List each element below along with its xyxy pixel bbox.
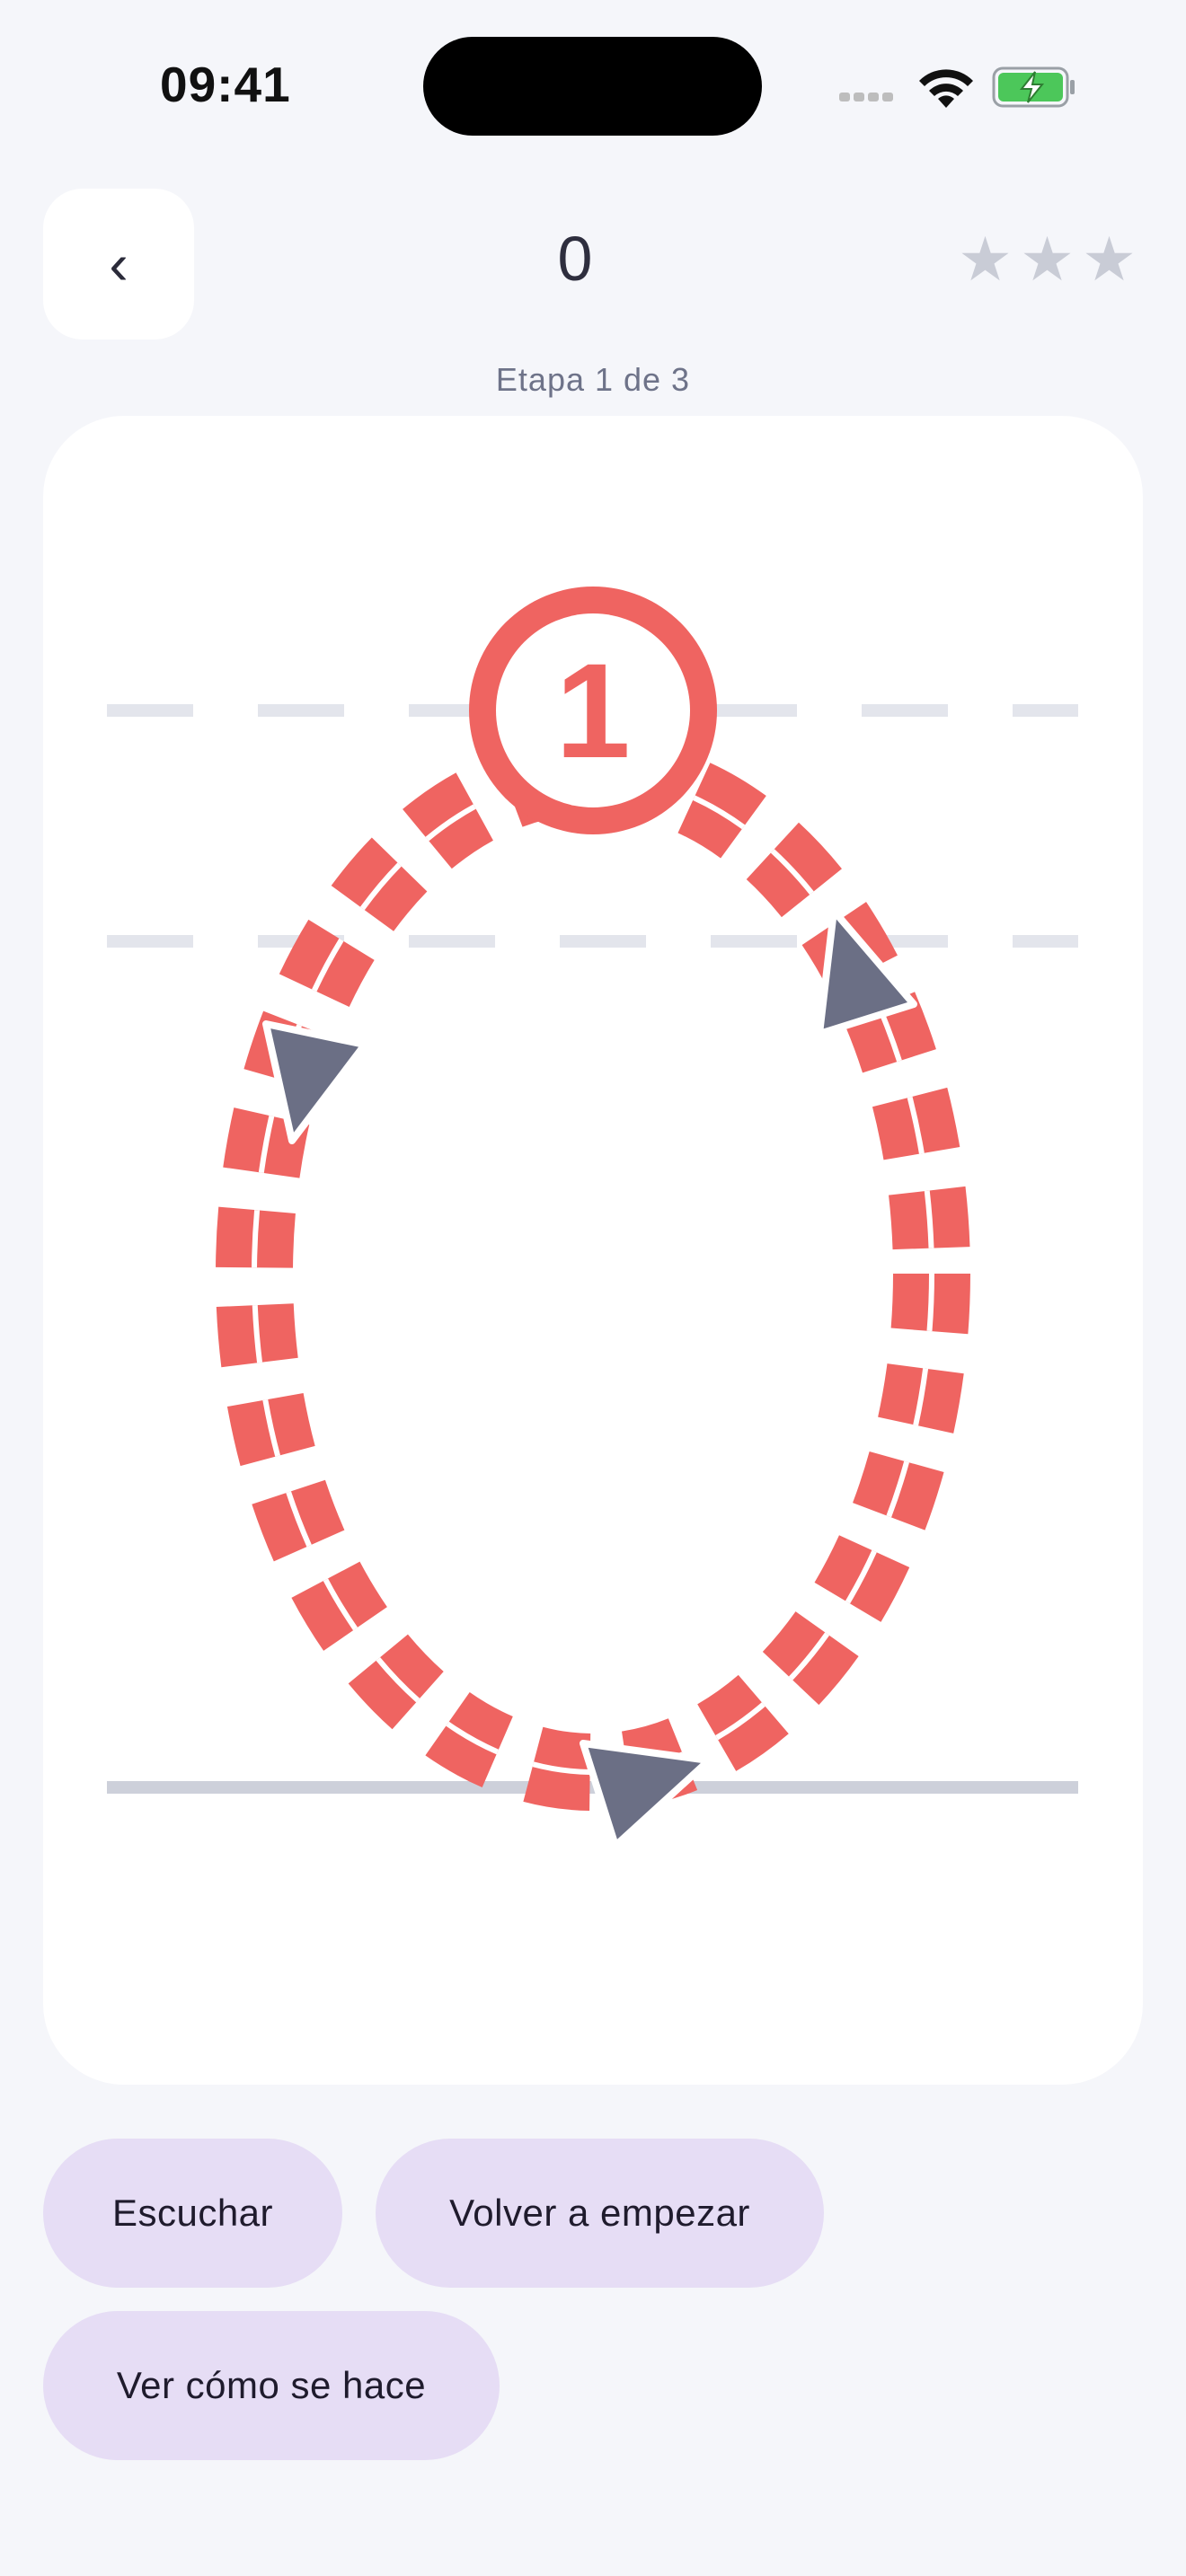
back-button[interactable]: ‹ <box>43 189 194 340</box>
battery-charging-icon <box>992 66 1075 108</box>
score-counter: 0 <box>557 224 593 294</box>
stroke-number: 1 <box>555 635 630 786</box>
star-icon: ★ <box>1019 225 1075 294</box>
cellular-signal-icon <box>839 90 897 106</box>
star-icon: ★ <box>958 225 1013 294</box>
stroke-start-marker[interactable]: 1 <box>469 587 717 834</box>
stage-label: Etapa 1 de 3 <box>495 361 691 398</box>
wifi-icon <box>919 69 973 108</box>
direction-arrow-icon <box>580 1740 712 1849</box>
dynamic-island <box>423 37 762 136</box>
show-demo-button[interactable]: Ver cómo se hace <box>43 2311 500 2460</box>
status-time: 09:41 <box>160 57 291 112</box>
tracing-canvas[interactable]: 1 <box>43 416 1143 2085</box>
star-icon: ★ <box>1081 225 1137 294</box>
restart-button[interactable]: Volver a empezar <box>376 2139 824 2288</box>
listen-button[interactable]: Escuchar <box>43 2139 342 2288</box>
star-rating: ★ ★ ★ <box>958 229 1137 290</box>
status-bar: 09:41 <box>0 0 1186 171</box>
letter-tracing-area[interactable]: 1 <box>43 416 1143 2085</box>
